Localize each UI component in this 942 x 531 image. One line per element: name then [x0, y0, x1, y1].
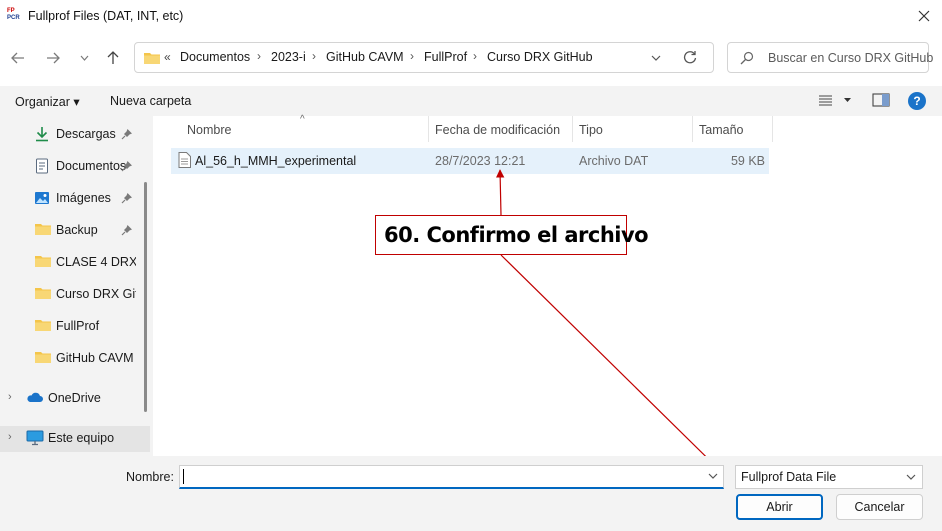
chevron-down-icon [708, 473, 718, 479]
arrow-to-file-row [495, 169, 505, 216]
cancel-button[interactable]: Cancelar [836, 494, 923, 520]
annotation-arrows [495, 169, 751, 501]
file-name-field[interactable] [179, 465, 724, 489]
open-button[interactable]: Abrir [736, 494, 823, 520]
chevron-down-icon [906, 474, 916, 480]
file-type-selected: Fullprof Data File [741, 470, 837, 484]
file-name-dropdown[interactable] [708, 469, 718, 483]
annotation-callout: 60. Confirmo el archivo [375, 215, 649, 255]
dialog-footer: Nombre: Fullprof Data File Abrir Cancela… [0, 456, 942, 531]
text-caret [183, 469, 184, 484]
file-type-select[interactable]: Fullprof Data File [735, 465, 923, 489]
file-name-label: Nombre: [126, 470, 174, 484]
file-type-dropdown[interactable] [906, 470, 916, 484]
